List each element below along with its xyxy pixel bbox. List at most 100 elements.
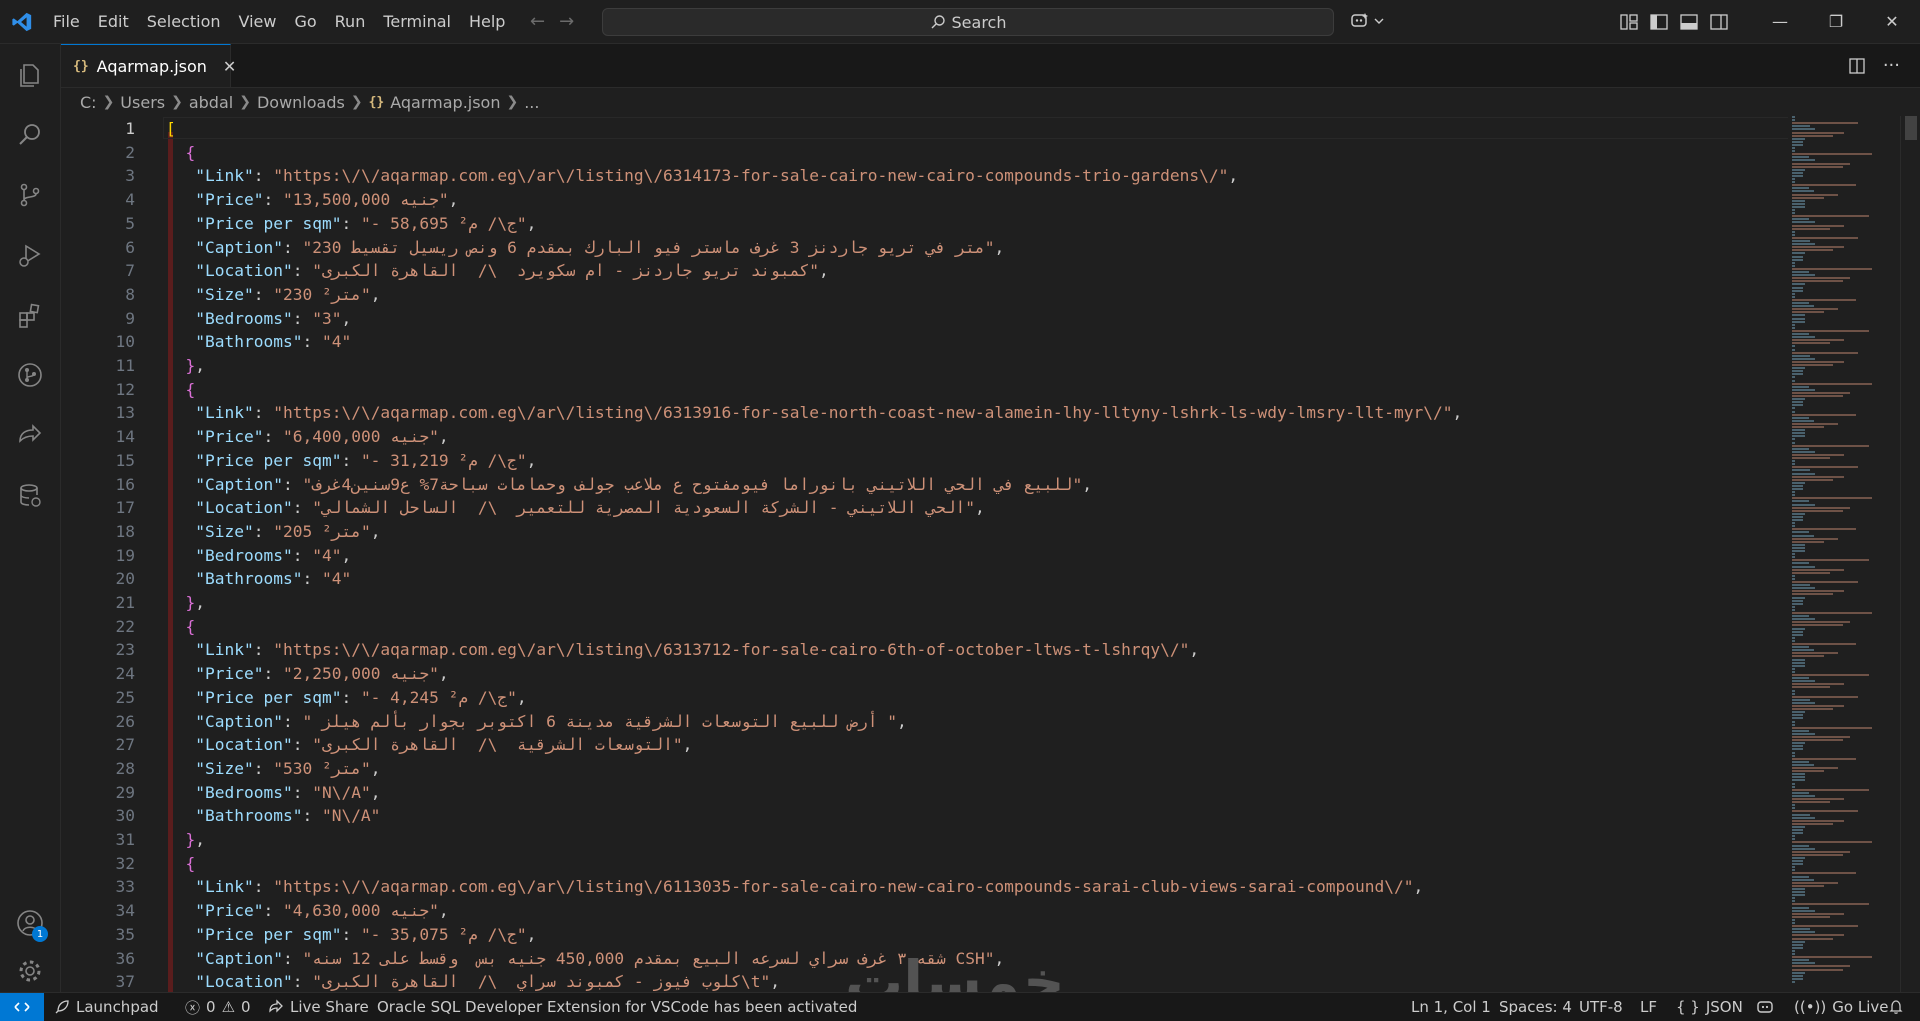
- run-and-debug-icon[interactable]: [0, 230, 60, 280]
- code-line[interactable]: 17 "Location": "الحي اللاتيني - الشركة ا…: [61, 496, 1788, 520]
- command-center-search[interactable]: Search: [602, 8, 1334, 36]
- menu-go[interactable]: Go: [285, 0, 325, 43]
- code-line[interactable]: 5 "Price per sqm": "- 58,695 ج\/ م²",: [61, 212, 1788, 236]
- breadcrumb-symbol[interactable]: ...: [524, 93, 539, 112]
- code-token: "https:\/\/aqarmap.com.eg\/ar\/listing\/…: [273, 403, 1453, 423]
- menu-terminal[interactable]: Terminal: [374, 0, 460, 43]
- launchpad-status[interactable]: Launchpad: [54, 993, 159, 1021]
- more-actions-icon[interactable]: ···: [1883, 55, 1900, 76]
- toggle-secondary-sidebar-icon[interactable]: [1710, 13, 1728, 30]
- menu-file[interactable]: File: [44, 0, 89, 43]
- close-window-icon[interactable]: ✕: [1864, 0, 1920, 43]
- code-line[interactable]: 22 {: [61, 615, 1788, 639]
- code-line[interactable]: 21 },: [61, 591, 1788, 615]
- search-sidebar-icon[interactable]: [0, 110, 60, 160]
- breadcrumb-downloads[interactable]: Downloads: [257, 93, 345, 112]
- code-line[interactable]: 26 "Caption": " أرض للبيع التوسعات الشرق…: [61, 710, 1788, 734]
- code-line[interactable]: 19 "Bedrooms": "4",: [61, 544, 1788, 568]
- remote-window-icon[interactable]: [0, 993, 44, 1021]
- code-line[interactable]: 24 "Price": "2,250,000 جنيه",: [61, 662, 1788, 686]
- code-editor[interactable]: 1[2 {3 "Link": "https:\/\/aqarmap.com.eg…: [61, 116, 1788, 992]
- minimap-line: [1792, 419, 1815, 422]
- menu-edit[interactable]: Edit: [89, 0, 138, 43]
- split-editor-icon[interactable]: [1849, 57, 1865, 74]
- breadcrumb-abdal[interactable]: abdal: [189, 93, 233, 112]
- code-line[interactable]: 11 },: [61, 354, 1788, 378]
- code-token: :: [341, 687, 361, 707]
- scrollbar-thumb[interactable]: [1905, 116, 1917, 140]
- code-line[interactable]: 16 "Caption": "للبيع في الحي اللاتيني با…: [61, 473, 1788, 497]
- close-tab-icon[interactable]: ✕: [223, 57, 236, 76]
- explorer-icon[interactable]: [0, 50, 60, 100]
- code-line[interactable]: 29 "Bedrooms": "N\/A",: [61, 781, 1788, 805]
- git-graph-icon[interactable]: [0, 350, 60, 400]
- database-icon[interactable]: [0, 470, 60, 520]
- code-line[interactable]: 2 {: [61, 141, 1788, 165]
- code-line[interactable]: 15 "Price per sqm": "- 31,219 ج\/ م²",: [61, 449, 1788, 473]
- extensions-icon[interactable]: [0, 290, 60, 340]
- code-line[interactable]: 31 },: [61, 828, 1788, 852]
- go-live-status[interactable]: ((•)) Go Live: [1794, 993, 1888, 1021]
- toggle-primary-sidebar-icon[interactable]: [1650, 13, 1668, 30]
- minimap[interactable]: [1788, 116, 1900, 992]
- code-line[interactable]: 12 {: [61, 378, 1788, 402]
- breadcrumb-file[interactable]: Aqarmap.json: [390, 93, 500, 112]
- back-arrow-icon[interactable]: ←: [530, 11, 545, 32]
- code-line[interactable]: 25 "Price per sqm": "- 4,245 ج\/ م²",: [61, 686, 1788, 710]
- code-line[interactable]: 27 "Location": "التوسعات الشرقية \/ القا…: [61, 733, 1788, 757]
- code-line[interactable]: 13 "Link": "https:\/\/aqarmap.com.eg\/ar…: [61, 401, 1788, 425]
- language-mode-status[interactable]: { } JSON: [1676, 993, 1743, 1021]
- minimap-line: [1792, 953, 1795, 955]
- breadcrumb-drive[interactable]: C:: [80, 93, 97, 112]
- cursor-position[interactable]: Ln 1, Col 1: [1411, 993, 1491, 1021]
- customize-layout-icon[interactable]: [1620, 13, 1638, 30]
- live-share-icon[interactable]: [0, 410, 60, 460]
- menu-view[interactable]: View: [230, 0, 286, 43]
- live-share-status[interactable]: Live Share: [268, 993, 369, 1021]
- source-control-icon[interactable]: [0, 170, 60, 220]
- code-line[interactable]: 20 "Bathrooms": "4": [61, 567, 1788, 591]
- code-line[interactable]: 1[: [61, 117, 1788, 141]
- indentation-status[interactable]: Spaces: 4: [1499, 993, 1572, 1021]
- code-line[interactable]: 9 "Bedrooms": "3",: [61, 307, 1788, 331]
- code-line[interactable]: 28 "Size": "530 متر²",: [61, 757, 1788, 781]
- settings-gear-icon[interactable]: [0, 946, 60, 996]
- copilot-button[interactable]: [1350, 8, 1384, 34]
- code-line[interactable]: 6 "Caption": "متر في تريو جاردنز 3 غرف م…: [61, 236, 1788, 260]
- code-token: ,: [526, 213, 537, 233]
- code-line[interactable]: 30 "Bathrooms": "N\/A": [61, 804, 1788, 828]
- code-line[interactable]: 8 "Size": "230 متر²",: [61, 283, 1788, 307]
- breadcrumb-users[interactable]: Users: [120, 93, 165, 112]
- code-line[interactable]: 18 "Size": "205 متر²",: [61, 520, 1788, 544]
- code-line[interactable]: 33 "Link": "https:\/\/aqarmap.com.eg\/ar…: [61, 875, 1788, 899]
- code-line[interactable]: 23 "Link": "https:\/\/aqarmap.com.eg\/ar…: [61, 638, 1788, 662]
- code-line[interactable]: 7 "Location": "كمبوند تريو جاردنز - ام س…: [61, 259, 1788, 283]
- code-token: "Caption": [195, 948, 283, 968]
- code-line[interactable]: 35 "Price per sqm": "- 35,075 ج\/ م²",: [61, 923, 1788, 947]
- code-line[interactable]: 3 "Link": "https:\/\/aqarmap.com.eg\/ar\…: [61, 164, 1788, 188]
- notifications-bell-icon[interactable]: [1888, 993, 1904, 1021]
- code-line[interactable]: 4 "Price": "13,500,000 جنيه",: [61, 188, 1788, 212]
- encoding-status[interactable]: UTF-8: [1579, 993, 1623, 1021]
- vertical-scrollbar[interactable]: [1900, 116, 1920, 992]
- minimap-line: [1792, 460, 1795, 463]
- toggle-panel-icon[interactable]: [1680, 13, 1698, 30]
- menu-help[interactable]: Help: [460, 0, 514, 43]
- menu-selection[interactable]: Selection: [138, 0, 230, 43]
- forward-arrow-icon[interactable]: →: [559, 11, 574, 32]
- menu-run[interactable]: Run: [326, 0, 375, 43]
- restore-icon[interactable]: ❐: [1808, 0, 1864, 43]
- code-line[interactable]: 14 "Price": "6,400,000 جنيه",: [61, 425, 1788, 449]
- eol-status[interactable]: LF: [1640, 993, 1657, 1021]
- copilot-status-icon[interactable]: [1756, 993, 1774, 1021]
- code-token: "Location": [195, 261, 293, 281]
- code-line[interactable]: 34 "Price": "4,630,000 جنيه",: [61, 899, 1788, 923]
- minimap-line: [1792, 732, 1815, 735]
- problems-status[interactable]: ⓧ 0 ⚠ 0: [185, 993, 251, 1021]
- minimize-icon[interactable]: —: [1752, 0, 1808, 43]
- tab-aqarmap-json[interactable]: {} Aqarmap.json ✕: [61, 44, 236, 87]
- accounts-icon[interactable]: 1: [0, 898, 60, 948]
- code-line[interactable]: 32 {: [61, 852, 1788, 876]
- code-line[interactable]: 10 "Bathrooms": "4": [61, 330, 1788, 354]
